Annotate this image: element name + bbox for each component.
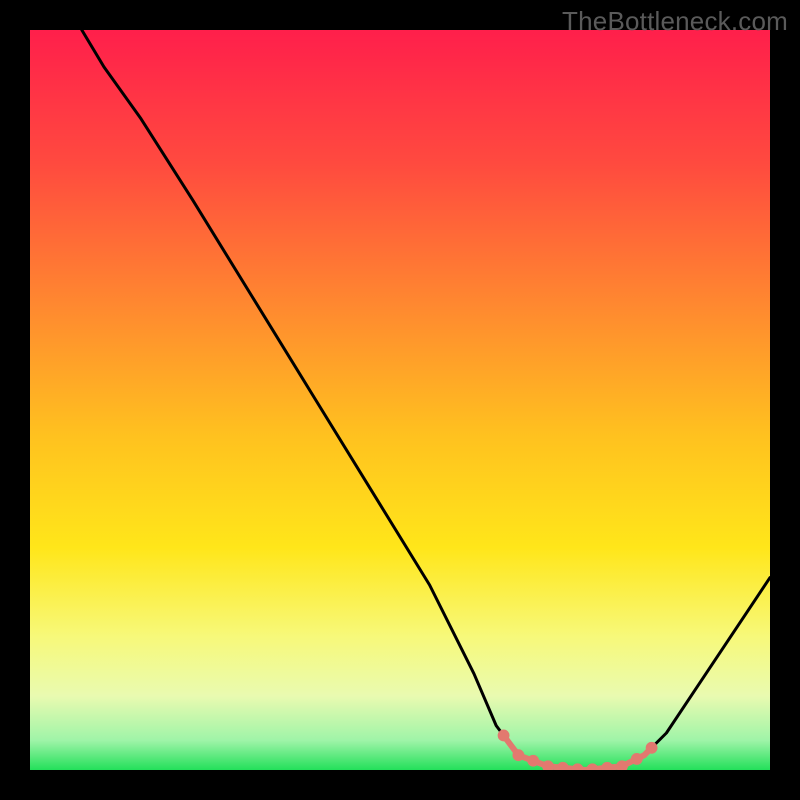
optimal-marker-dot: [527, 755, 539, 767]
optimal-marker-dot: [631, 753, 643, 765]
watermark-text: TheBottleneck.com: [562, 6, 788, 37]
optimal-marker-dot: [512, 749, 524, 761]
optimal-marker-dot: [646, 742, 658, 754]
chart-frame: TheBottleneck.com: [0, 0, 800, 800]
gradient-plot-area: [30, 30, 770, 770]
bottleneck-chart: [30, 30, 770, 770]
optimal-marker-dot: [498, 730, 510, 742]
